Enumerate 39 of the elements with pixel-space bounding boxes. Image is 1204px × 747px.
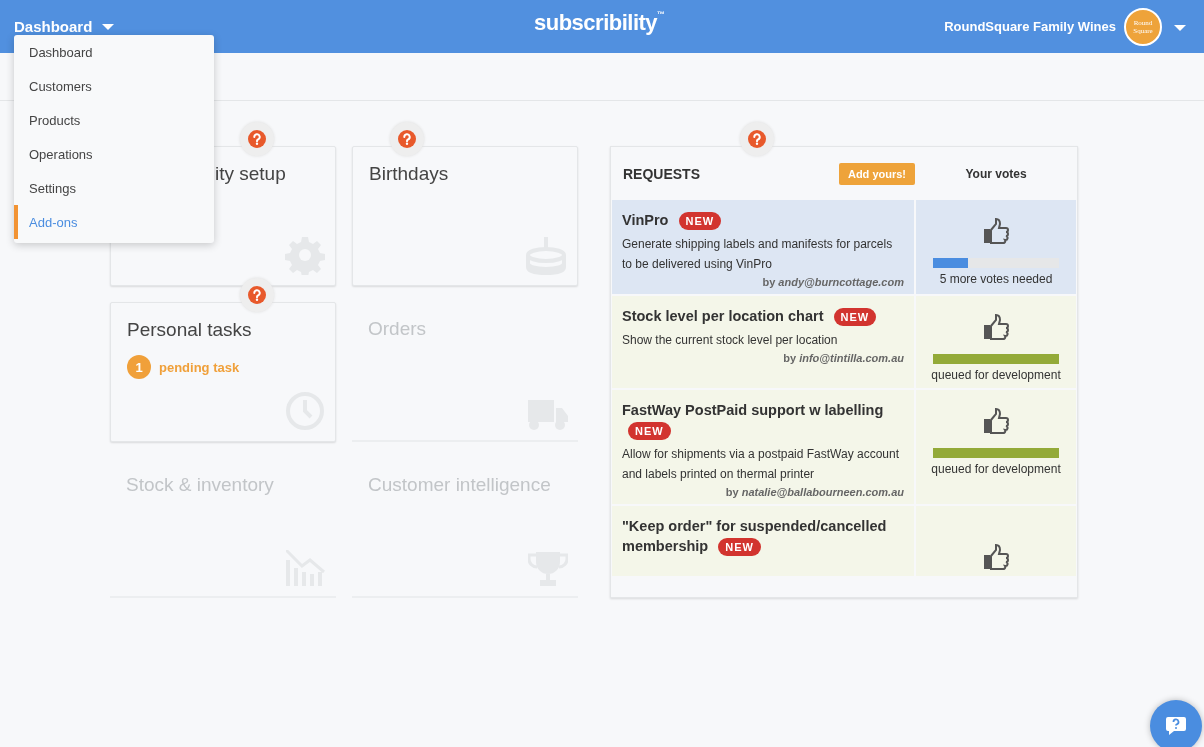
logo: subscribility$^{™}$	[534, 10, 665, 36]
request-author: by info@tintilla.com.au	[782, 352, 904, 364]
request-author: by natalie@ballabourneen.com.au	[724, 486, 904, 498]
thumbs-up-icon[interactable]	[983, 544, 1009, 570]
vote-status: queued for development	[931, 368, 1061, 382]
account-name: RoundSquare Family Wines	[944, 19, 1116, 34]
votes-heading: Your votes	[964, 166, 1028, 181]
menu-item[interactable]: Products	[14, 103, 214, 137]
help-icon[interactable]	[240, 122, 274, 156]
help-chat-button[interactable]	[1150, 700, 1202, 747]
dashboard-card[interactable]: Birthdays	[352, 146, 578, 286]
request-description: Allow for shipments via a postpaid FastWay account and labels printed on thermal printer	[622, 446, 900, 483]
request-title: "Keep order" for suspended/cancelled membership NEW	[622, 517, 888, 556]
request-title: Stock level per location chart NEW	[622, 306, 904, 326]
thumbs-up-icon[interactable]	[983, 218, 1009, 244]
request-title: FastWay PostPaid support w labelling NEW	[622, 400, 904, 440]
request-item[interactable]: "Keep order" for suspended/cancelled membership NEW	[612, 506, 914, 576]
request-item[interactable]: FastWay PostPaid support w labelling NEW Allow for shipments via a postpaid FastWay account and labels printed on thermal printer by natalie@ballabourneen.com.au	[612, 390, 914, 504]
card-title: Personal tasks	[127, 319, 253, 341]
dashboard-card[interactable]: Personal tasks 1 pending task	[110, 302, 336, 442]
vote-status: 5 more votes needed	[939, 272, 1053, 286]
help-icon[interactable]	[740, 122, 774, 156]
request-item[interactable]: Stock level per location chart NEW Show the current stock level per location by info@tintilla.com.au	[612, 296, 914, 388]
request-title: VinPro NEW	[622, 210, 904, 230]
card-title: Birthdays	[369, 163, 450, 185]
help-icon[interactable]	[390, 122, 424, 156]
thumbs-up-icon[interactable]	[983, 314, 1009, 340]
request-description: Generate shipping labels and manifests for parcels to be delivered using VinPro	[622, 236, 894, 273]
panel-title: REQUESTS	[623, 165, 701, 182]
card-title: ity setup	[214, 163, 287, 185]
count-badge: 1	[127, 355, 151, 379]
vote-status: queued for development	[931, 462, 1061, 476]
request-author: by andy@burncottage.com	[761, 276, 904, 288]
thumbs-up-icon[interactable]	[983, 408, 1009, 434]
menu-item[interactable]: Dashboard	[14, 35, 214, 69]
request-description: Show the current stock level per location	[622, 332, 839, 349]
question-bubble-icon	[1165, 715, 1187, 737]
menu-item[interactable]: Customers	[14, 69, 214, 103]
request-item[interactable]: VinPro NEW Generate shipping labels and manifests for parcels to be delivered using VinPro by andy@burncottage.com	[612, 200, 914, 294]
